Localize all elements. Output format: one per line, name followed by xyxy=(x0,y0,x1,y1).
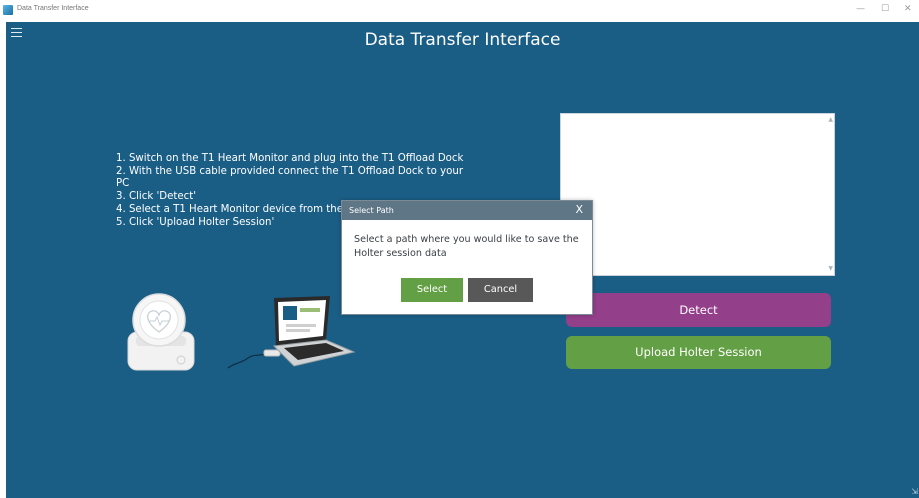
device-list-scrollbar[interactable]: ▲ ▼ xyxy=(825,114,834,275)
dialog-message: Select a path where you would like to sa… xyxy=(354,234,579,260)
dialog-close-icon[interactable]: X xyxy=(575,203,583,216)
resize-grip-icon[interactable]: ⇲ xyxy=(911,488,918,496)
heart-monitor-illustration xyxy=(127,293,195,371)
instruction-step-1: 1. Switch on the T1 Heart Monitor and pl… xyxy=(116,153,464,164)
instruction-step-2: 2. With the USB cable provided connect t… xyxy=(116,165,464,190)
dialog-header: Select Path X xyxy=(342,201,592,220)
device-list[interactable]: ▲ ▼ xyxy=(560,113,835,276)
scroll-up-icon[interactable]: ▲ xyxy=(828,116,833,124)
select-button[interactable]: Select xyxy=(401,278,463,302)
page-title: Data Transfer Interface xyxy=(364,30,561,50)
laptop-illustration xyxy=(227,296,356,369)
window-title: Data Transfer Interface xyxy=(17,5,89,12)
close-window-icon[interactable]: ✕ xyxy=(904,3,912,15)
dialog-title: Select Path xyxy=(349,206,394,215)
window-titlebar: Data Transfer Interface — ☐ ✕ xyxy=(0,0,919,22)
app-icon xyxy=(3,5,13,15)
scroll-down-icon[interactable]: ▼ xyxy=(828,265,833,273)
maximize-icon[interactable]: ☐ xyxy=(881,3,889,15)
minimize-icon[interactable]: — xyxy=(856,3,865,15)
detect-button[interactable]: Detect xyxy=(566,293,831,327)
cancel-button[interactable]: Cancel xyxy=(468,278,533,302)
upload-holter-session-button[interactable]: Upload Holter Session xyxy=(566,336,831,369)
select-path-dialog: Select Path X Select a path where you wo… xyxy=(341,200,593,315)
